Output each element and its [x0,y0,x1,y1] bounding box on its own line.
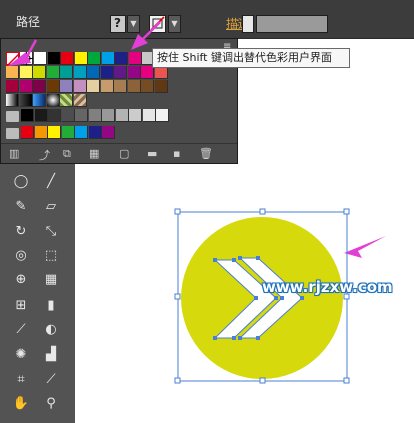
annotation-arrow-stroke [131,21,161,50]
artwork-canvas [8,21,386,384]
annotation-arrow-swatch [8,39,38,66]
annotation-arrow-shape [344,236,386,258]
watermark-text: www.rjzxw.com [262,278,393,296]
